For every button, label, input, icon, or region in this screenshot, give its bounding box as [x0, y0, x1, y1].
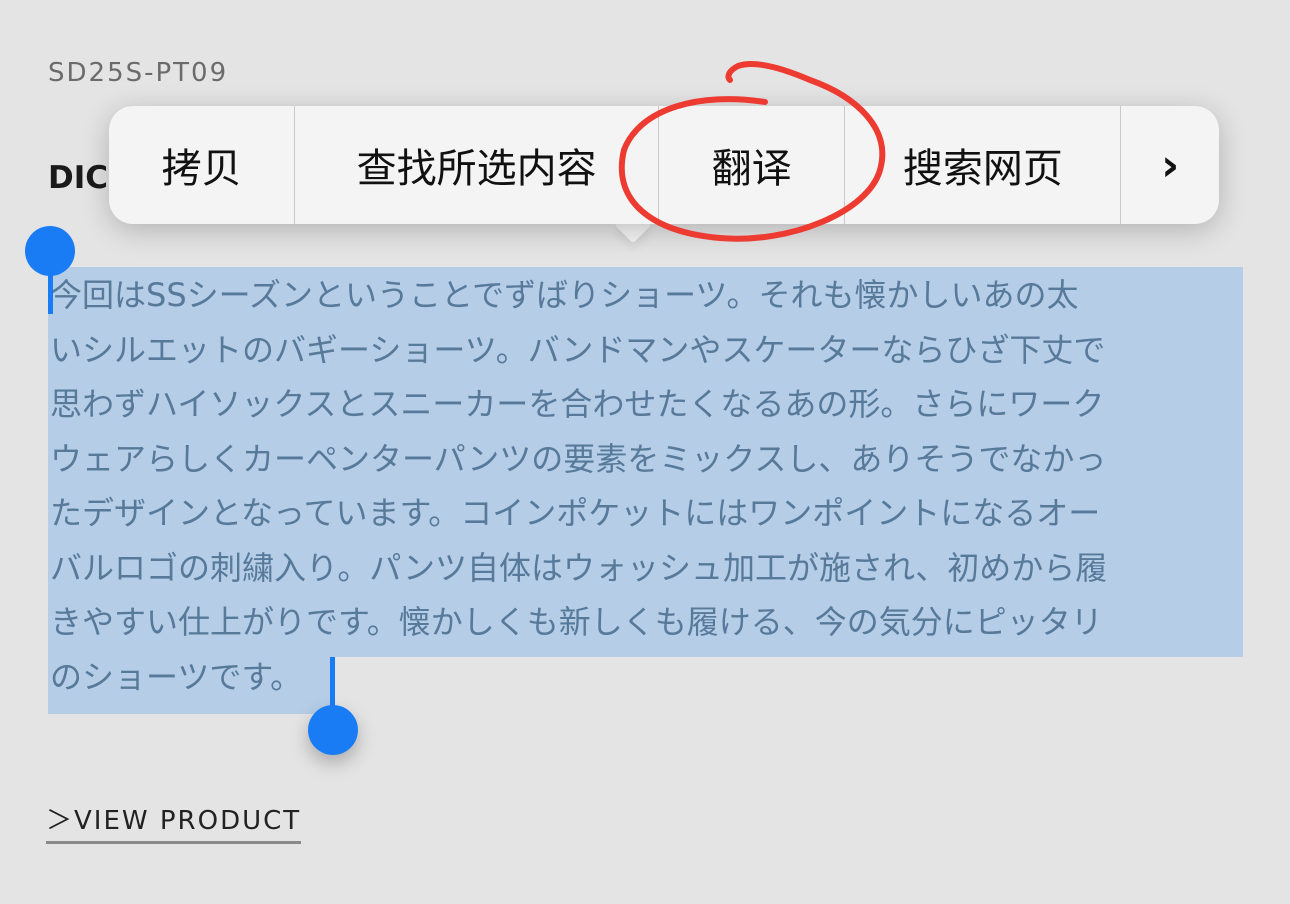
- menu-item-search-web[interactable]: 搜索网页: [845, 106, 1122, 224]
- product-code: SD25S-PT09: [48, 58, 229, 88]
- menu-item-copy[interactable]: 拷贝: [109, 106, 296, 224]
- selection-start-handle[interactable]: [25, 226, 75, 276]
- description-line: のショーツです。: [50, 657, 303, 696]
- description-line: たデザインとなっています。コインポケットにはワンポイントになるオー: [50, 494, 1101, 532]
- menu-item-translate[interactable]: 翻译: [659, 106, 846, 224]
- description-line: 今回はSSシーズンということでずばりショーツ。それも懐かしいあの太: [50, 276, 1079, 314]
- context-menu: 拷贝 查找所选内容 翻译 搜索网页 ›: [109, 106, 1219, 224]
- product-title: DIC: [48, 160, 109, 196]
- description-line: ウェアらしくカーペンターパンツの要素をミックスし、ありそうでなかっ: [50, 439, 1107, 478]
- product-description[interactable]: 今回はSSシーズンということでずばりショーツ。それも懐かしいあの太 いシルエット…: [50, 268, 1246, 704]
- description-line: 思わずハイソックスとスニーカーを合わせたくなるあの形。さらにワーク: [50, 385, 1105, 423]
- description-line: いシルエットのバギーショーツ。バンドマンやスケーターならひざ下丈で: [50, 330, 1106, 369]
- description-line: バルロゴの刺繍入り。パンツ自体はウォッシュ加工が施され、初めから履: [50, 548, 1108, 587]
- description-line: きやすい仕上がりです。懐かしくも新しくも履ける、今の気分にピッタリ: [50, 603, 1103, 641]
- chevron-right-icon[interactable]: ›: [1121, 106, 1219, 224]
- menu-item-find-selection[interactable]: 查找所选内容: [295, 106, 660, 224]
- selection-end-handle[interactable]: [308, 705, 358, 755]
- view-product-link[interactable]: ＞VIEW PRODUCT: [46, 800, 302, 844]
